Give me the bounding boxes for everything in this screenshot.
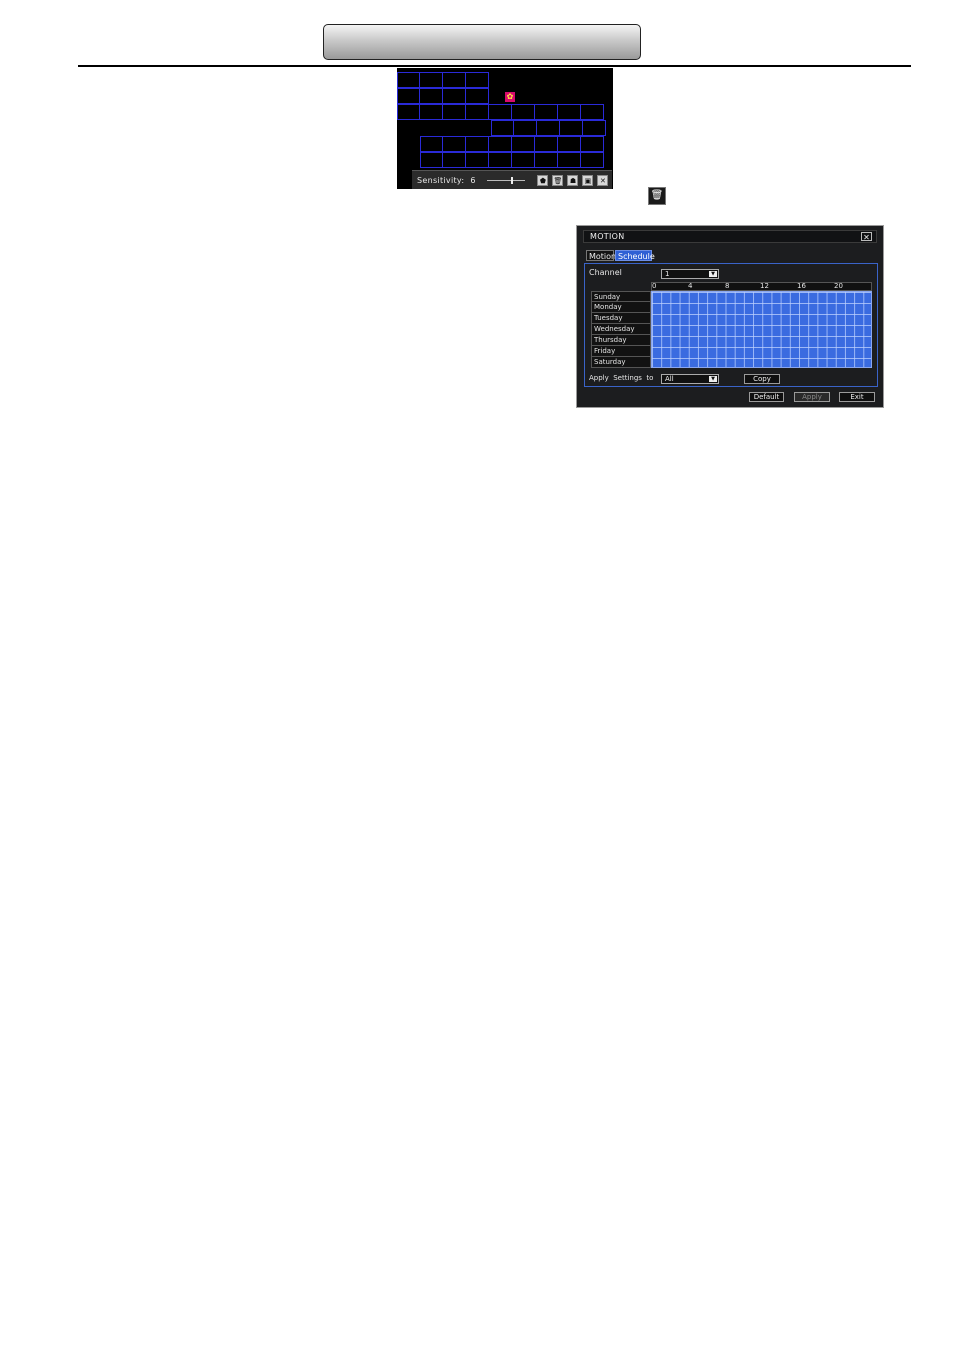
motion-grid-cell[interactable]	[489, 104, 512, 120]
sensitivity-label: Sensitivity:	[417, 175, 465, 185]
motion-grid-cell[interactable]	[466, 72, 489, 88]
motion-grid-cell[interactable]	[466, 104, 489, 120]
schedule-panel: Channel 1 ▼ 0 4 8 12 16 20 Sunday Monday…	[584, 263, 878, 387]
sensitivity-value: 6	[470, 175, 476, 185]
motion-grid-cell[interactable]	[512, 104, 535, 120]
motion-grid-row[interactable]	[397, 72, 489, 88]
dialog-title: MOTION	[590, 232, 625, 241]
motion-grid-cell[interactable]	[420, 104, 443, 120]
schedule-cells[interactable]	[651, 291, 872, 368]
close-icon[interactable]: ✕	[861, 232, 872, 242]
day-label-sunday: Sunday	[591, 291, 651, 302]
channel-select-value: 1	[665, 270, 670, 278]
motion-grid-cell[interactable]	[512, 136, 535, 152]
day-label-thursday: Thursday	[591, 335, 651, 346]
motion-grid-cell[interactable]	[558, 152, 581, 168]
motion-grid-row[interactable]	[420, 136, 604, 152]
motion-grid-cell[interactable]	[466, 88, 489, 104]
motion-grid-cell[interactable]	[560, 120, 583, 136]
hour-label: 4	[688, 282, 693, 290]
day-label-monday: Monday	[591, 302, 651, 313]
motion-area-preview[interactable]: ✿ Sensitivity: 6 ⬟ 🗑 ☗ ▣ ✕	[397, 68, 613, 189]
motion-grid-cell[interactable]	[489, 136, 512, 152]
motion-detected-icon: ✿	[505, 92, 515, 102]
apply-settings-value: All	[665, 375, 674, 383]
motion-grid-cell[interactable]	[581, 136, 604, 152]
motion-grid-cell[interactable]	[420, 72, 443, 88]
sensitivity-slider-knob[interactable]	[511, 176, 514, 184]
schedule-grid[interactable]: 0 4 8 12 16 20 Sunday Monday Tuesday Wed…	[591, 282, 872, 370]
close-icon[interactable]: ✕	[597, 174, 609, 186]
motion-grid-cell[interactable]	[535, 136, 558, 152]
motion-grid-cell[interactable]	[583, 120, 606, 136]
hour-label: 20	[834, 282, 843, 290]
motion-grid-cell[interactable]	[558, 136, 581, 152]
motion-grid-cell[interactable]	[512, 152, 535, 168]
tab-motion[interactable]: Motion	[586, 250, 616, 261]
motion-grid-cell[interactable]	[514, 120, 537, 136]
motion-grid-cell[interactable]	[489, 152, 512, 168]
motion-grid-cell[interactable]	[443, 72, 466, 88]
day-labels: Sunday Monday Tuesday Wednesday Thursday…	[591, 291, 651, 368]
exit-button[interactable]: Exit	[839, 392, 875, 402]
motion-grid-row[interactable]	[397, 88, 489, 104]
section-header-pill	[323, 24, 641, 60]
day-label-saturday: Saturday	[591, 357, 651, 368]
trash-icon: 🗑	[648, 187, 666, 205]
motion-grid-cell[interactable]	[443, 104, 466, 120]
motion-grid-cell[interactable]	[535, 104, 558, 120]
motion-grid-cell[interactable]	[420, 88, 443, 104]
motion-grid-row[interactable]	[491, 120, 606, 136]
hour-label: 0	[652, 282, 657, 290]
sensitivity-slider[interactable]	[487, 176, 526, 184]
motion-grid-cell[interactable]	[420, 152, 443, 168]
header-divider	[78, 65, 911, 67]
sensitivity-toolbar: Sensitivity: 6 ⬟ 🗑 ☗ ▣ ✕	[412, 170, 612, 189]
motion-grid-cell[interactable]	[535, 152, 558, 168]
motion-grid-cell[interactable]	[581, 104, 604, 120]
motion-grid-cell[interactable]	[420, 136, 443, 152]
motion-grid-cell[interactable]	[558, 104, 581, 120]
tab-schedule[interactable]: Schedule	[615, 250, 655, 261]
motion-grid-cell[interactable]	[443, 88, 466, 104]
motion-grid-row[interactable]	[397, 104, 604, 120]
channel-select[interactable]: 1 ▼	[661, 269, 719, 279]
motion-grid-cell[interactable]	[397, 104, 420, 120]
copy-button[interactable]: Copy	[744, 374, 780, 384]
motion-grid-cell[interactable]	[443, 136, 466, 152]
test-icon[interactable]: ☗	[567, 174, 579, 186]
motion-grid-row[interactable]	[420, 152, 604, 168]
motion-grid-cell[interactable]	[397, 72, 420, 88]
apply-button[interactable]: Apply	[794, 392, 830, 402]
save-icon[interactable]: ▣	[582, 174, 594, 186]
motion-grid-cell[interactable]	[443, 152, 466, 168]
motion-grid-cell[interactable]	[537, 120, 560, 136]
clear-icon[interactable]: 🗑	[552, 174, 564, 186]
motion-grid-cell[interactable]	[466, 152, 489, 168]
motion-grid-cell[interactable]	[491, 120, 514, 136]
day-label-wednesday: Wednesday	[591, 324, 651, 335]
chevron-down-icon: ▼	[709, 376, 717, 382]
motion-grid-cell[interactable]	[581, 152, 604, 168]
hour-header: 0 4 8 12 16 20	[651, 282, 872, 291]
chevron-down-icon: ▼	[709, 271, 717, 277]
motion-grid-cell[interactable]	[466, 136, 489, 152]
hour-label: 12	[760, 282, 769, 290]
all-area-icon[interactable]: ⬟	[537, 174, 549, 186]
day-label-tuesday: Tuesday	[591, 313, 651, 324]
channel-label: Channel	[589, 268, 622, 277]
dialog-title-bar: MOTION ✕	[583, 230, 877, 243]
motion-grid-cell[interactable]	[397, 88, 420, 104]
apply-settings-label: Apply Settings to	[589, 374, 654, 382]
hour-label: 8	[725, 282, 730, 290]
hour-label: 16	[797, 282, 806, 290]
default-button[interactable]: Default	[749, 392, 784, 402]
motion-dialog: MOTION ✕ Motion Schedule Channel 1 ▼ 0 4…	[576, 225, 884, 408]
apply-settings-select[interactable]: All ▼	[661, 374, 719, 384]
day-label-friday: Friday	[591, 346, 651, 357]
